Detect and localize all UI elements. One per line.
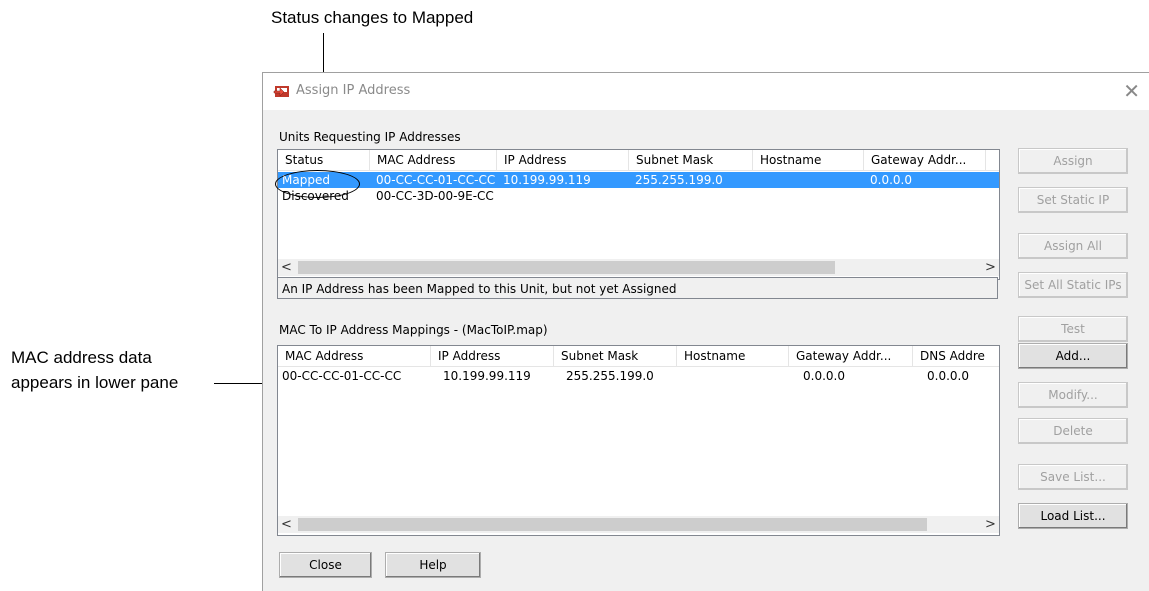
unit-status-text: An IP Address has been Mapped to this Un…: [277, 277, 998, 299]
delete-button[interactable]: Delete: [1018, 418, 1128, 444]
units-header: Status MAC Address IP Address Subnet Mas…: [278, 150, 999, 171]
assign-button[interactable]: Assign: [1018, 148, 1128, 174]
mappings-header: MAC Address IP Address Subnet Mask Hostn…: [278, 346, 999, 367]
mappings-horizontal-scrollbar[interactable]: < >: [278, 516, 999, 533]
close-icon[interactable]: ✕: [1123, 79, 1140, 103]
units-col-ip[interactable]: IP Address: [497, 150, 629, 170]
save-list-button[interactable]: Save List...: [1018, 464, 1128, 490]
cell-subnet: 255.255.199.0: [635, 173, 723, 187]
map-col-gateway[interactable]: Gateway Addr...: [789, 346, 913, 366]
load-list-button[interactable]: Load List...: [1018, 503, 1128, 529]
cell-hostname: [677, 368, 789, 384]
cell-hostname: [753, 188, 864, 204]
cell-ip: [497, 188, 629, 204]
units-col-gateway[interactable]: Gateway Addr...: [864, 150, 986, 170]
network-adapter-icon: [273, 86, 289, 97]
scroll-thumb[interactable]: [298, 261, 835, 274]
set-static-ip-button[interactable]: Set Static IP: [1018, 187, 1128, 213]
test-button[interactable]: Test: [1018, 316, 1128, 342]
annotation-mac-line2: appears in lower pane: [11, 373, 179, 392]
help-button[interactable]: Help: [385, 552, 481, 578]
cell-subnet: 255.255.199.0: [566, 369, 654, 383]
mapping-row[interactable]: 00-CC-CC-01-CC-CC 10.199.99.119 255.255.…: [278, 368, 999, 384]
assign-all-button[interactable]: Assign All: [1018, 233, 1128, 259]
map-col-ip[interactable]: IP Address: [431, 346, 554, 366]
close-button[interactable]: Close: [279, 552, 372, 578]
units-listview[interactable]: Status MAC Address IP Address Subnet Mas…: [277, 149, 1000, 280]
cell-gateway: 0.0.0.0: [803, 369, 845, 383]
cell-gateway: [864, 188, 986, 204]
callout-ellipse: [275, 170, 360, 198]
units-row[interactable]: Discovered 00-CC-3D-00-9E-CC: [278, 188, 999, 204]
units-col-extra[interactable]: [986, 150, 999, 170]
units-col-status[interactable]: Status: [278, 150, 370, 170]
title-bar: Assign IP Address ✕: [263, 73, 1149, 110]
units-col-subnet[interactable]: Subnet Mask: [629, 150, 753, 170]
scroll-right-icon[interactable]: >: [982, 259, 999, 276]
cell-mac: 00-CC-3D-00-9E-CC: [376, 189, 494, 203]
cell-mac: 00-CC-CC-01-CC-CC: [282, 369, 402, 383]
annotation-status-mapped: Status changes to Mapped: [271, 8, 474, 27]
add-button[interactable]: Add...: [1018, 343, 1128, 369]
cell-subnet: [629, 188, 753, 204]
cell-hostname: [753, 172, 864, 188]
map-col-subnet[interactable]: Subnet Mask: [554, 346, 677, 366]
units-row[interactable]: Mapped 00-CC-CC-01-CC-CC 10.199.99.119 2…: [278, 172, 999, 188]
units-horizontal-scrollbar[interactable]: < >: [278, 259, 999, 276]
annotation-mac-line1: MAC address data: [11, 348, 152, 367]
cell-dns: 0.0.0.0: [927, 369, 969, 383]
mappings-listview[interactable]: MAC Address IP Address Subnet Mask Hostn…: [277, 345, 1000, 536]
map-col-hostname[interactable]: Hostname: [677, 346, 789, 366]
scroll-thumb[interactable]: [298, 518, 927, 531]
scroll-left-icon[interactable]: <: [278, 259, 295, 276]
scroll-left-icon[interactable]: <: [278, 516, 295, 533]
units-col-hostname[interactable]: Hostname: [753, 150, 864, 170]
scroll-right-icon[interactable]: >: [982, 516, 999, 533]
units-section-label: Units Requesting IP Addresses: [279, 130, 461, 144]
map-col-dns[interactable]: DNS Addre: [913, 346, 999, 366]
cell-ip: 10.199.99.119: [443, 369, 531, 383]
modify-button[interactable]: Modify...: [1018, 382, 1128, 408]
cell-ip: 10.199.99.119: [503, 173, 591, 187]
assign-ip-dialog: Assign IP Address ✕ Units Requesting IP …: [262, 72, 1149, 591]
window-title: Assign IP Address: [296, 83, 411, 98]
cell-mac: 00-CC-CC-01-CC-CC: [376, 173, 496, 187]
set-all-static-ips-button[interactable]: Set All Static IPs: [1018, 272, 1128, 298]
cell-gateway: 0.0.0.0: [870, 173, 912, 187]
map-col-mac[interactable]: MAC Address: [278, 346, 431, 366]
mappings-section-label: MAC To IP Address Mappings - (MacToIP.ma…: [279, 323, 548, 337]
units-col-mac[interactable]: MAC Address: [370, 150, 497, 170]
